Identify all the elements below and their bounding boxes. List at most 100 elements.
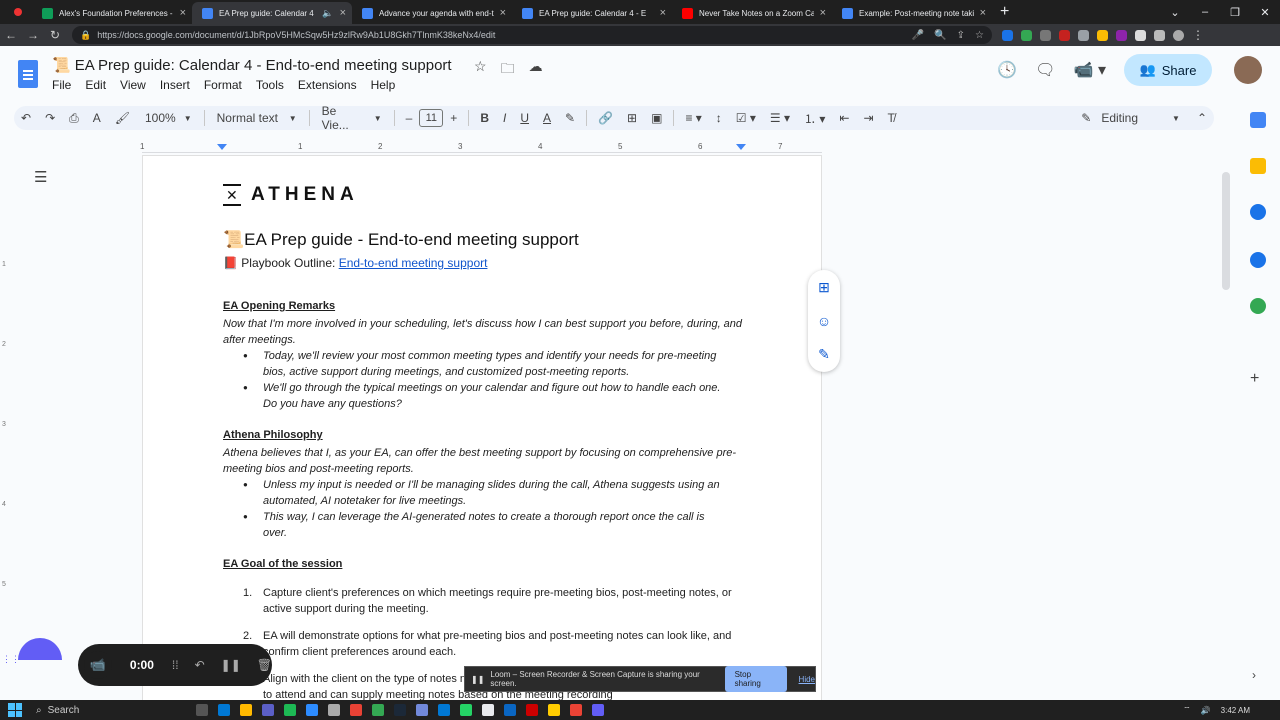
drag-handle-icon[interactable]: ⋮⋮ [2, 654, 20, 665]
menu-edit[interactable]: Edit [85, 78, 106, 92]
underline-button[interactable]: U [513, 111, 536, 125]
extension-z-icon[interactable] [1002, 29, 1013, 41]
keep-icon[interactable] [1250, 158, 1266, 174]
zoom-icon[interactable]: 🔍 [934, 30, 946, 41]
chrome-icon[interactable] [372, 704, 384, 716]
profile-avatar[interactable] [1173, 29, 1184, 41]
add-comment-icon[interactable]: ⊞ [620, 111, 644, 125]
grid-icon[interactable]: ⁞⁞ [172, 658, 179, 672]
clock[interactable]: 3:42 AM [1221, 706, 1250, 715]
undo-recording-icon[interactable]: ↶ [195, 658, 205, 672]
loom-bubble[interactable] [18, 638, 62, 660]
extension-icon[interactable] [1078, 29, 1089, 41]
discord-icon[interactable] [416, 704, 428, 716]
taskbar-search[interactable]: ⌕ Search [36, 705, 166, 716]
menu-extensions[interactable]: Extensions [298, 78, 357, 92]
docs-logo-icon[interactable] [18, 60, 38, 88]
redo-icon[interactable]: ↷ [38, 111, 62, 125]
volume-icon[interactable]: 🔊 [1201, 706, 1211, 715]
menu-file[interactable]: File [52, 78, 71, 92]
document-title[interactable]: 📜 EA Prep guide: Calendar 4 - End-to-end… [52, 56, 452, 75]
task-view-icon[interactable] [196, 704, 208, 716]
editing-mode-select[interactable]: ✎ Editing ▼ [1071, 111, 1190, 125]
sidebar-toggle-icon[interactable] [1154, 29, 1165, 41]
version-history-icon[interactable]: 🕓 [997, 60, 1017, 80]
app-icon[interactable] [328, 704, 340, 716]
close-tab-icon[interactable]: × [340, 7, 346, 19]
zoom-app-icon[interactable] [306, 704, 318, 716]
user-avatar[interactable] [1234, 56, 1262, 84]
stop-sharing-button[interactable]: Stop sharing [724, 666, 787, 692]
tab-search-icon[interactable]: ⌄ [1160, 6, 1190, 19]
suggest-edits-icon[interactable]: ✎ [818, 346, 830, 363]
browser-tab[interactable]: EA Prep guide: Calendar 4 🔈 × [192, 2, 352, 24]
link-icon[interactable]: 🔗 [591, 111, 620, 125]
decrease-font-size-button[interactable]: – [399, 111, 420, 125]
font-select[interactable]: Be Vie... ▼ [314, 104, 390, 132]
checklist-icon[interactable]: ☑ ▾ [729, 111, 763, 125]
highlight-icon[interactable]: ✎ [558, 111, 582, 125]
paint-format-icon[interactable]: 🖌 [108, 111, 137, 125]
app-icon[interactable] [526, 704, 538, 716]
pause-icon[interactable]: ❚❚ [221, 658, 241, 672]
spellcheck-icon[interactable]: A [86, 111, 108, 125]
app-icon[interactable] [570, 704, 582, 716]
menu-help[interactable]: Help [371, 78, 396, 92]
print-icon[interactable]: ⎙ [62, 111, 86, 126]
extension-icon[interactable] [1040, 29, 1051, 41]
right-indent-marker[interactable] [736, 144, 746, 150]
collapse-menus-icon[interactable]: ⌃ [1190, 111, 1214, 125]
browser-tab[interactable]: Advance your agenda with end-t × [352, 2, 512, 24]
meet-icon[interactable]: 📹 ▾ [1074, 60, 1106, 80]
star-icon[interactable]: ☆ [474, 58, 487, 82]
numbered-list-icon[interactable]: ⒈ ▾ [797, 110, 832, 127]
left-indent-marker[interactable] [217, 144, 227, 150]
zoom-select[interactable]: 100% ▼ [137, 111, 200, 125]
document-page[interactable]: ATHENA 📜EA Prep guide - End-to-end meeti… [142, 155, 822, 701]
increase-indent-icon[interactable]: ⇥ [856, 111, 880, 125]
browser-tab[interactable]: Alex's Foundation Preferences - × [32, 2, 192, 24]
trash-icon[interactable]: 🗑 [257, 658, 272, 672]
app-icon[interactable] [548, 704, 560, 716]
show-side-panel-icon[interactable]: › [1252, 668, 1256, 682]
bulleted-list-icon[interactable]: ☰ ▾ [763, 111, 797, 125]
add-addon-icon[interactable]: + [1250, 370, 1259, 388]
menu-insert[interactable]: Insert [160, 78, 190, 92]
add-comment-icon[interactable]: ⊞ [818, 279, 830, 296]
close-tab-icon[interactable]: × [180, 7, 186, 19]
insert-image-icon[interactable]: ▣ [644, 111, 669, 125]
close-tab-icon[interactable]: × [980, 7, 986, 19]
move-folder-icon[interactable]: 🗀 [501, 58, 515, 82]
steam-icon[interactable] [394, 704, 406, 716]
bookmark-star-icon[interactable]: ☆ [975, 30, 984, 41]
browser-tab[interactable]: Never Take Notes on a Zoom Ca × [672, 2, 832, 24]
comments-icon[interactable]: 🗨 [1035, 60, 1055, 80]
share-page-icon[interactable]: ⇪ [957, 30, 965, 41]
cloud-status-icon[interactable]: ☁ [529, 58, 543, 82]
decrease-indent-icon[interactable]: ⇤ [832, 111, 856, 125]
close-tab-icon[interactable]: × [820, 7, 826, 19]
close-window-button[interactable]: ✕ [1250, 6, 1280, 19]
app-icon[interactable] [438, 704, 450, 716]
maps-icon[interactable] [1250, 298, 1266, 314]
extension-icon[interactable] [1097, 29, 1108, 41]
title-text[interactable]: EA Prep guide: Calendar 4 - End-to-end m… [75, 57, 452, 74]
minimize-button[interactable]: – [1190, 6, 1220, 18]
new-tab-button[interactable]: + [1000, 3, 1009, 21]
menu-view[interactable]: View [120, 78, 146, 92]
forward-icon[interactable]: → [22, 28, 44, 42]
extension-grammarly-icon[interactable] [1021, 29, 1032, 41]
text-color-button[interactable]: A [536, 111, 558, 125]
app-icon[interactable] [350, 704, 362, 716]
tab-audio-icon[interactable]: 🔈 [322, 8, 333, 19]
undo-icon[interactable]: ↶ [14, 111, 38, 125]
whatsapp-icon[interactable] [460, 704, 472, 716]
clear-formatting-icon[interactable]: T̸ [881, 111, 902, 125]
line-spacing-icon[interactable]: ↕ [709, 111, 729, 125]
spotify-icon[interactable] [284, 704, 296, 716]
app-icon[interactable] [482, 704, 494, 716]
playbook-link[interactable]: End-to-end meeting support [339, 256, 488, 270]
menu-tools[interactable]: Tools [256, 78, 284, 92]
restore-button[interactable]: ❐ [1220, 6, 1250, 19]
style-select[interactable]: Normal text ▼ [209, 111, 305, 125]
